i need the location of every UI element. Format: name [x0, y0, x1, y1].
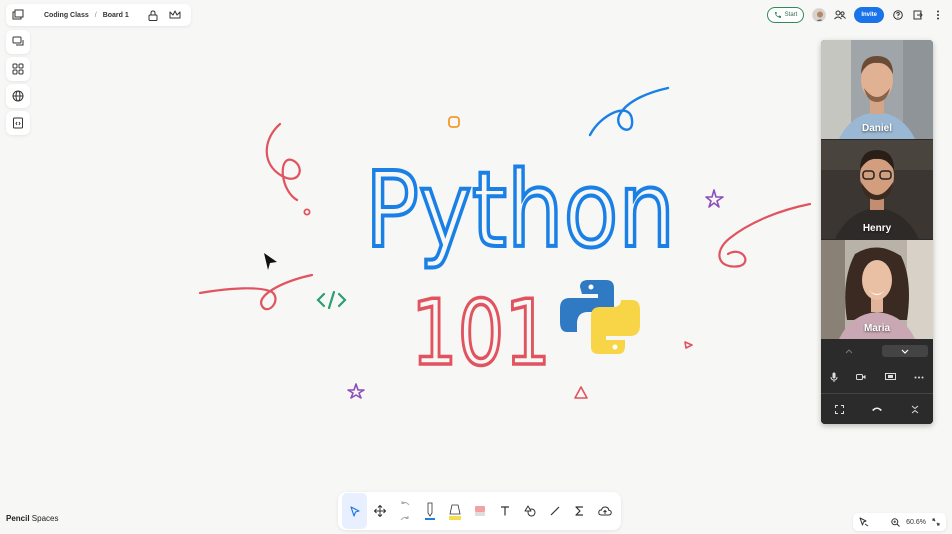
- pan-tool[interactable]: [367, 493, 392, 529]
- python-logo-icon[interactable]: [560, 280, 640, 354]
- apps-button[interactable]: [6, 57, 30, 81]
- exit-icon: [913, 10, 923, 20]
- chat-icon: [12, 36, 24, 46]
- chevron-up-icon: [845, 348, 853, 353]
- chat-button[interactable]: [6, 30, 30, 54]
- start-label: Start: [784, 12, 798, 18]
- board-title-python[interactable]: Python: [363, 147, 677, 273]
- screen-share-icon[interactable]: [884, 373, 896, 381]
- whiteboard-canvas[interactable]: Python 101: [0, 0, 952, 534]
- undo-icon[interactable]: [400, 501, 410, 506]
- breadcrumb-separator: /: [94, 11, 97, 19]
- squiggle-red-bottom-left[interactable]: [198, 273, 314, 311]
- more-menu-button[interactable]: [932, 9, 944, 21]
- eraser-tool[interactable]: [467, 493, 492, 529]
- zoom-bar: 60.6%: [853, 513, 946, 531]
- squiggle-blue-top[interactable]: [588, 86, 670, 137]
- participant-name-daniel: Daniel: [861, 123, 892, 134]
- video-call-panel: Daniel Henry Maria: [821, 40, 933, 424]
- apps-grid-icon: [12, 63, 24, 75]
- lock-icon[interactable]: [145, 7, 161, 23]
- redo-icon[interactable]: [400, 516, 410, 521]
- star-purple-left[interactable]: [347, 383, 365, 399]
- breadcrumb-bar: Coding Class / Board 1: [6, 4, 191, 26]
- vertical-dots-icon: [937, 10, 939, 20]
- start-call-button[interactable]: Start: [766, 7, 805, 23]
- controls-divider: [821, 393, 933, 394]
- hang-up-icon[interactable]: [871, 406, 883, 412]
- brand-bold: Pencil: [6, 514, 30, 523]
- globe-icon: [12, 90, 24, 102]
- remote-cursor-icon: [264, 253, 277, 270]
- phone-icon: [774, 12, 781, 18]
- math-tool[interactable]: [567, 493, 592, 529]
- zoom-icon[interactable]: [891, 517, 900, 527]
- pen-icon: [424, 502, 435, 520]
- brand-logo: Pencil Spaces: [6, 514, 58, 523]
- line-icon: [550, 506, 559, 516]
- brand-light: Spaces: [29, 514, 59, 523]
- code-file-icon: [13, 117, 23, 129]
- cloud-upload-icon: [597, 506, 612, 516]
- users-icon: [834, 10, 847, 20]
- video-tile-maria[interactable]: Maria: [821, 240, 933, 339]
- video-tile-daniel[interactable]: Daniel: [821, 40, 933, 139]
- participant-name-maria: Maria: [863, 323, 891, 334]
- chevron-down-icon: [901, 349, 909, 354]
- triangle-red[interactable]: [574, 386, 588, 399]
- shapes-tool[interactable]: [517, 493, 542, 529]
- participant-name-henry: Henry: [862, 223, 892, 234]
- top-right-bar: Start Invite: [766, 5, 944, 25]
- page-up-button[interactable]: [826, 345, 872, 357]
- select-tool[interactable]: [342, 493, 367, 529]
- small-red-triangle[interactable]: [684, 341, 693, 349]
- left-toolbar: [6, 30, 30, 135]
- highlighter-tool[interactable]: [442, 493, 467, 529]
- red-dot[interactable]: [303, 208, 311, 216]
- undo-redo-tool[interactable]: [392, 493, 417, 529]
- more-horizontal-icon[interactable]: [914, 376, 924, 379]
- sigma-icon: [575, 506, 583, 516]
- call-controls: [821, 340, 933, 424]
- pointer-icon: [349, 505, 360, 517]
- star-purple-right[interactable]: [705, 189, 724, 208]
- crown-icon[interactable]: [167, 7, 183, 23]
- pen-tool[interactable]: [417, 493, 442, 529]
- text-tool[interactable]: [492, 493, 517, 529]
- eraser-icon: [474, 506, 485, 516]
- microphone-icon[interactable]: [830, 372, 838, 382]
- browser-button[interactable]: [6, 84, 30, 108]
- exit-button[interactable]: [912, 9, 924, 21]
- help-button[interactable]: [892, 9, 904, 21]
- breadcrumb-board[interactable]: Board 1: [103, 12, 129, 19]
- drawing-toolbar: [338, 492, 621, 530]
- user-avatar[interactable]: [812, 8, 827, 22]
- laser-pointer-icon[interactable]: [859, 517, 869, 527]
- line-tool[interactable]: [542, 493, 567, 529]
- video-tile-henry[interactable]: Henry: [821, 140, 933, 239]
- code-brackets-icon[interactable]: [316, 290, 347, 310]
- code-editor-button[interactable]: [6, 111, 30, 135]
- squiggle-red-left[interactable]: [265, 122, 301, 202]
- collapse-icon[interactable]: [911, 405, 919, 414]
- boards-icon[interactable]: [10, 7, 26, 23]
- participants-button[interactable]: [834, 9, 847, 21]
- page-down-button[interactable]: [882, 345, 928, 357]
- help-icon: [893, 10, 903, 20]
- camera-icon[interactable]: [856, 373, 866, 381]
- shapes-icon: [524, 505, 535, 517]
- fullscreen-icon[interactable]: [834, 404, 844, 414]
- highlighter-icon: [448, 504, 461, 520]
- upload-tool[interactable]: [592, 493, 617, 529]
- squiggle-red-right[interactable]: [718, 202, 812, 268]
- expand-icon[interactable]: [932, 518, 940, 526]
- text-icon: [500, 506, 509, 516]
- invite-button[interactable]: Invite: [854, 7, 884, 23]
- orange-square[interactable]: [448, 116, 460, 128]
- move-arrows-icon: [373, 505, 386, 517]
- breadcrumb-class[interactable]: Coding Class: [44, 12, 89, 19]
- board-subtitle-101[interactable]: 101: [409, 279, 553, 388]
- zoom-level[interactable]: 60.6%: [906, 519, 926, 526]
